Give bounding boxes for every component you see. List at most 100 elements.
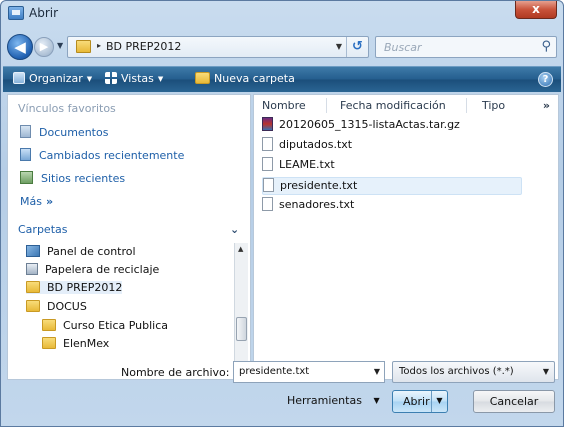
open-button[interactable]: Abrir ▼ bbox=[392, 390, 448, 413]
folders-scrollbar[interactable]: ▲ bbox=[234, 243, 248, 379]
column-header-type[interactable]: Tipo bbox=[482, 99, 505, 112]
chevron-down-icon[interactable]: ⌄ bbox=[230, 223, 239, 236]
tree-item-label: ElenMex bbox=[63, 337, 110, 350]
chevron-down-icon: ▼ bbox=[86, 75, 93, 83]
file-name: LEAME.txt bbox=[279, 158, 335, 171]
favorite-label: Documentos bbox=[39, 126, 109, 139]
window-title: Abrir bbox=[29, 6, 59, 20]
file-name: presidente.txt bbox=[280, 179, 358, 192]
more-label: Más bbox=[20, 195, 42, 208]
column-header-date[interactable]: Fecha modificación bbox=[340, 99, 446, 112]
views-icon bbox=[105, 72, 117, 84]
organize-label: Organizar bbox=[29, 72, 83, 85]
tree-item-recycle-bin[interactable]: Papelera de reciclaje bbox=[26, 263, 159, 276]
open-dropdown-icon[interactable]: ▼ bbox=[431, 391, 447, 412]
scrollbar-thumb[interactable] bbox=[236, 317, 247, 341]
folder-icon bbox=[76, 40, 91, 53]
search-input[interactable]: Buscar ⚲ bbox=[375, 36, 557, 58]
column-divider[interactable] bbox=[466, 98, 467, 113]
filename-label: Nombre de archivo: bbox=[121, 366, 230, 379]
column-header-name[interactable]: Nombre bbox=[262, 99, 306, 112]
window-icon bbox=[8, 6, 24, 20]
control-panel-icon bbox=[26, 245, 40, 257]
title-bar: Abrir x bbox=[1, 1, 563, 27]
recent-pages-dropdown[interactable]: ▼ bbox=[57, 41, 63, 50]
tree-item-docus[interactable]: DOCUS bbox=[26, 300, 87, 313]
tree-item-curso-etica-publica[interactable]: Curso Etica Publica bbox=[42, 319, 168, 332]
open-file-dialog: Abrir x ◀ ▶ ▼ ▸ BD PREP2012 ▼ ↺ Buscar ⚲… bbox=[0, 0, 564, 427]
text-file-icon bbox=[262, 157, 273, 171]
organize-icon bbox=[13, 72, 25, 84]
favorite-item-documents[interactable]: Documentos bbox=[20, 125, 108, 139]
chevron-down-icon: ▼ bbox=[157, 75, 164, 83]
file-type-filter[interactable]: Todos los archivos (*.*) ▼ bbox=[392, 361, 555, 383]
favorites-header: Vínculos favoritos bbox=[18, 102, 116, 115]
tools-label: Herramientas bbox=[287, 394, 362, 407]
search-placeholder: Buscar bbox=[384, 41, 422, 54]
recent-sites-icon bbox=[20, 171, 33, 184]
cancel-button[interactable]: Cancelar bbox=[473, 390, 555, 413]
back-button[interactable]: ◀ bbox=[7, 34, 33, 60]
chevron-down-icon[interactable]: ▼ bbox=[374, 367, 380, 376]
breadcrumb-current[interactable]: BD PREP2012 bbox=[106, 40, 181, 53]
arrow-left-icon: ◀ bbox=[14, 38, 26, 56]
address-dropdown-icon[interactable]: ▼ bbox=[336, 42, 342, 51]
refresh-button[interactable]: ↺ bbox=[346, 37, 368, 57]
address-bar[interactable]: ▸ BD PREP2012 ▼ ↺ bbox=[67, 36, 369, 58]
filename-value[interactable]: presidente.txt bbox=[239, 366, 309, 377]
favorite-label: Sitios recientes bbox=[41, 172, 126, 185]
help-icon[interactable]: ? bbox=[538, 72, 553, 87]
documents-icon bbox=[20, 125, 31, 138]
chevron-down-icon[interactable]: ▼ bbox=[543, 367, 549, 376]
tree-item-label: Curso Etica Publica bbox=[63, 319, 169, 332]
close-button[interactable]: x bbox=[515, 1, 557, 19]
filename-field[interactable]: presidente.txt ▼ bbox=[233, 361, 385, 383]
organize-button[interactable]: Organizar ▼ bbox=[13, 72, 92, 85]
file-row[interactable]: senadores.txt bbox=[262, 197, 522, 215]
archive-icon bbox=[262, 117, 273, 131]
tree-item-bd-prep2012[interactable]: BD PREP2012 bbox=[26, 281, 123, 294]
file-row[interactable]: 20120605_1315-listaActas.tar.gz bbox=[262, 117, 522, 135]
new-folder-label: Nueva carpeta bbox=[214, 72, 295, 85]
arrow-right-icon: ▶ bbox=[39, 40, 49, 53]
folder-icon bbox=[42, 337, 56, 349]
navigation-pane: Vínculos favoritos Documentos Cambiados … bbox=[7, 94, 251, 380]
text-file-icon bbox=[262, 137, 273, 151]
more-columns-icon[interactable]: » bbox=[543, 99, 550, 112]
file-type-filter-value: Todos los archivos (*.*) bbox=[399, 366, 514, 377]
more-favorites-link[interactable]: Más» bbox=[20, 195, 53, 208]
recent-icon bbox=[20, 148, 31, 161]
breadcrumb-separator-icon[interactable]: ▸ bbox=[97, 41, 101, 50]
column-divider[interactable] bbox=[326, 98, 327, 113]
file-name: 20120605_1315-listaActas.tar.gz bbox=[279, 118, 460, 131]
recycle-bin-icon bbox=[26, 263, 38, 275]
text-file-icon bbox=[263, 178, 274, 192]
tree-item-label: DOCUS bbox=[47, 300, 87, 313]
favorite-item-recent[interactable]: Cambiados recientemente bbox=[20, 148, 184, 162]
folders-header[interactable]: Carpetas bbox=[18, 223, 67, 236]
file-row[interactable]: diputados.txt bbox=[262, 137, 522, 155]
file-name: diputados.txt bbox=[279, 138, 353, 151]
folder-icon bbox=[26, 300, 40, 312]
favorite-label: Cambiados recientemente bbox=[39, 149, 185, 162]
search-icon[interactable]: ⚲ bbox=[541, 39, 551, 54]
forward-button[interactable]: ▶ bbox=[34, 37, 54, 57]
tree-item-elenmex[interactable]: ElenMex bbox=[42, 337, 109, 350]
tree-item-label: BD PREP2012 bbox=[47, 281, 123, 294]
chevron-down-icon: ▼ bbox=[373, 396, 380, 405]
address-row: ◀ ▶ ▼ ▸ BD PREP2012 ▼ ↺ Buscar ⚲ bbox=[1, 28, 563, 64]
file-list-pane: Nombre Fecha modificación Tipo » 2012060… bbox=[253, 94, 559, 380]
views-button[interactable]: Vistas ▼ bbox=[105, 72, 163, 85]
folder-icon bbox=[26, 281, 40, 293]
file-row[interactable]: LEAME.txt bbox=[262, 157, 522, 175]
new-folder-button[interactable]: Nueva carpeta bbox=[195, 72, 295, 85]
tree-item-label: Papelera de reciclaje bbox=[45, 263, 160, 276]
tree-item-label: Panel de control bbox=[47, 245, 136, 258]
tools-button[interactable]: Herramientas ▼ bbox=[287, 394, 380, 407]
favorite-item-recent-sites[interactable]: Sitios recientes bbox=[20, 171, 125, 185]
tree-item-control-panel[interactable]: Panel de control bbox=[26, 245, 136, 258]
scroll-up-icon[interactable]: ▲ bbox=[238, 245, 243, 253]
command-toolbar: Organizar ▼ Vistas ▼ Nueva carpeta ? bbox=[3, 66, 561, 92]
text-file-icon bbox=[262, 197, 273, 211]
file-row-selected[interactable]: presidente.txt bbox=[262, 177, 522, 195]
